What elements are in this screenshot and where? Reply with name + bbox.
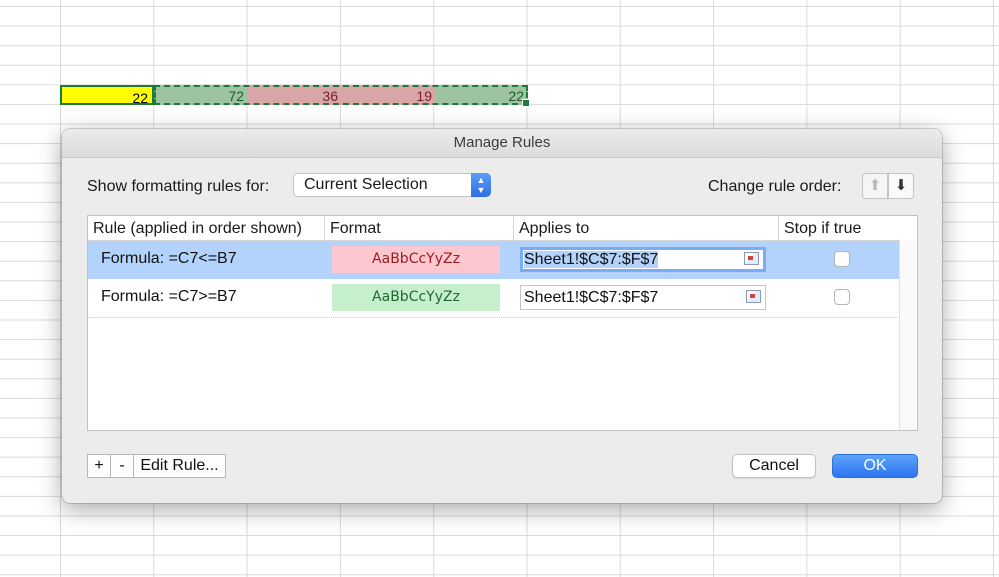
table-scrollbar[interactable] bbox=[899, 240, 917, 430]
format-preview: AaBbCcYyZz bbox=[332, 246, 500, 273]
applies-to-value: Sheet1!$C$7:$F$7 bbox=[524, 289, 659, 306]
applies-to-input[interactable]: Sheet1!$C$7:$F$7 bbox=[520, 247, 766, 272]
rule-formula: Formula: =C7<=B7 bbox=[101, 250, 237, 267]
show-rules-value: Current Selection bbox=[304, 176, 428, 193]
column-header-rule[interactable]: Rule (applied in order shown) bbox=[88, 216, 325, 240]
sheet-row-7: 22 72 36 19 22 bbox=[60, 85, 528, 106]
range-select-icon[interactable] bbox=[746, 290, 761, 303]
ok-button[interactable]: OK bbox=[832, 454, 918, 478]
cell-b7[interactable]: 22 bbox=[60, 85, 154, 106]
cell-d7[interactable]: 36 bbox=[248, 85, 342, 105]
show-rules-select[interactable]: Current Selection ▲ ▼ bbox=[293, 173, 491, 197]
stop-if-true-checkbox[interactable] bbox=[834, 289, 850, 305]
rule-formula: Formula: =C7>=B7 bbox=[101, 288, 237, 305]
arrow-up-icon: ⬆ bbox=[868, 177, 882, 194]
cell-f7[interactable]: 22 bbox=[436, 85, 528, 105]
column-header-applies-to[interactable]: Applies to bbox=[514, 216, 779, 240]
show-rules-label: Show formatting rules for: bbox=[87, 178, 270, 195]
rule-row[interactable]: Formula: =C7>=B7 AaBbCcYyZz Sheet1!$C$7:… bbox=[88, 279, 900, 318]
rules-table-header: Rule (applied in order shown) Format App… bbox=[88, 216, 917, 241]
move-rule-down-button[interactable]: ⬇ bbox=[888, 173, 914, 199]
updown-chevron-icon: ▲ ▼ bbox=[471, 173, 491, 197]
cancel-button[interactable]: Cancel bbox=[732, 454, 816, 478]
rule-row[interactable]: Formula: =C7<=B7 AaBbCcYyZz Sheet1!$C$7:… bbox=[88, 241, 900, 279]
column-header-format[interactable]: Format bbox=[325, 216, 514, 240]
arrow-down-icon: ⬇ bbox=[894, 177, 908, 194]
manage-rules-dialog: Manage Rules Show formatting rules for: … bbox=[62, 129, 942, 503]
dialog-title: Manage Rules bbox=[62, 129, 942, 158]
rules-table: Rule (applied in order shown) Format App… bbox=[87, 215, 918, 431]
cell-e7[interactable]: 19 bbox=[342, 85, 436, 105]
range-select-icon[interactable] bbox=[744, 252, 759, 265]
cell-c7[interactable]: 72 bbox=[154, 85, 248, 105]
remove-rule-button[interactable]: - bbox=[110, 454, 134, 478]
stop-if-true-checkbox[interactable] bbox=[834, 251, 850, 267]
column-header-stop-if-true[interactable]: Stop if true bbox=[779, 216, 900, 240]
rule-edit-buttons: + - Edit Rule... bbox=[87, 454, 226, 478]
format-preview: AaBbCcYyZz bbox=[332, 284, 500, 311]
rule-order-label: Change rule order: bbox=[708, 178, 842, 195]
move-rule-up-button[interactable]: ⬆ bbox=[862, 173, 888, 199]
applies-to-value: Sheet1!$C$7:$F$7 bbox=[524, 251, 659, 268]
edit-rule-button[interactable]: Edit Rule... bbox=[133, 454, 226, 478]
add-rule-button[interactable]: + bbox=[87, 454, 111, 478]
applies-to-input[interactable]: Sheet1!$C$7:$F$7 bbox=[520, 285, 766, 310]
